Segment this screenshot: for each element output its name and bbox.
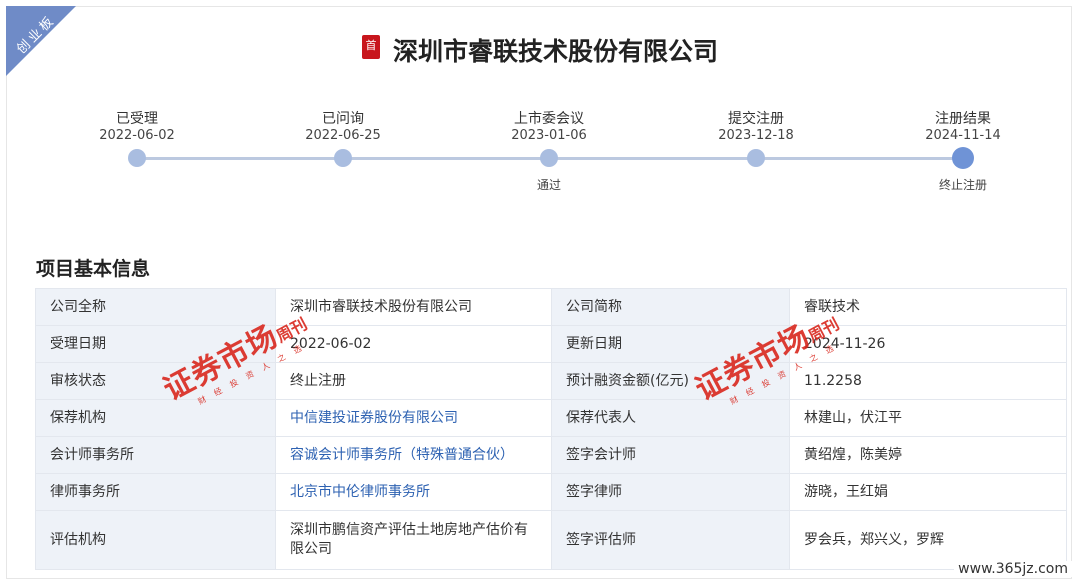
table-row: 受理日期 2022-06-02 更新日期 2024-11-26 [35, 325, 1067, 363]
info-key: 更新日期 [551, 325, 790, 363]
info-value: 睿联技术 [789, 288, 1067, 326]
table-row: 律师事务所 北京市中伦律师事务所 签字律师 游晓，王红娟 [35, 473, 1067, 511]
table-row: 会计师事务所 容诚会计师事务所（特殊普通合伙） 签字会计师 黄绍煌，陈美婷 [35, 436, 1067, 474]
step-label: 已受理 [116, 111, 158, 127]
info-value: 深圳市鹏信资产评估土地房地产估价有限公司 [275, 510, 552, 570]
table-row: 审核状态 终止注册 预计融资金额(亿元) 11.2258 [35, 362, 1067, 400]
info-key: 保荐机构 [35, 399, 276, 437]
info-value: 2022-06-02 [275, 325, 552, 363]
info-key: 公司全称 [35, 288, 276, 326]
ipo-first-badge: 首 [361, 35, 380, 59]
accounting-firm-link[interactable]: 容诚会计师事务所（特殊普通合伙） [275, 436, 552, 474]
step-dot-icon [747, 149, 765, 167]
law-firm-link[interactable]: 北京市中伦律师事务所 [275, 473, 552, 511]
info-value: 2024-11-26 [789, 325, 1067, 363]
step-result: 通过 [536, 178, 561, 192]
info-value: 终止注册 [275, 362, 552, 400]
step-label: 提交注册 [728, 111, 784, 127]
step-date: 2023-01-06 [511, 128, 587, 143]
review-timeline: 已受理 2022-06-02 已问询 2022-06-25 上市委会议 2023… [0, 100, 1080, 200]
table-row: 保荐机构 中信建投证券股份有限公司 保荐代表人 林建山，伏江平 [35, 399, 1067, 437]
project-info-table: 公司全称 深圳市睿联技术股份有限公司 公司简称 睿联技术 受理日期 2022-0… [35, 288, 1067, 570]
step-dot-icon [334, 149, 352, 167]
step-label: 已问询 [322, 111, 364, 127]
step-result: 终止注册 [938, 178, 987, 192]
step-label: 上市委会议 [514, 111, 584, 127]
info-key: 评估机构 [35, 510, 276, 570]
step-label: 注册结果 [935, 111, 991, 127]
info-value: 林建山，伏江平 [789, 399, 1067, 437]
info-key: 预计融资金额(亿元) [551, 362, 790, 400]
info-key: 公司简称 [551, 288, 790, 326]
info-key: 会计师事务所 [35, 436, 276, 474]
section-title: 项目基本信息 [36, 258, 151, 280]
info-key: 签字会计师 [551, 436, 790, 474]
info-key: 审核状态 [35, 362, 276, 400]
step-date: 2023-12-18 [718, 128, 794, 143]
page-title: 首 深圳市睿联技术股份有限公司 [0, 32, 1080, 68]
info-key: 受理日期 [35, 325, 276, 363]
info-key: 签字评估师 [551, 510, 790, 570]
footer-url: www.365jz.com [954, 561, 1072, 577]
info-key: 律师事务所 [35, 473, 276, 511]
info-key: 保荐代表人 [551, 399, 790, 437]
step-date: 2022-06-25 [305, 128, 381, 143]
company-title: 深圳市睿联技术股份有限公司 [393, 37, 719, 66]
step-date: 2022-06-02 [99, 128, 175, 143]
info-key: 签字律师 [551, 473, 790, 511]
table-row: 公司全称 深圳市睿联技术股份有限公司 公司简称 睿联技术 [35, 288, 1067, 326]
step-dot-icon [128, 149, 146, 167]
step-date: 2024-11-14 [925, 128, 1001, 143]
step-dot-active-icon [952, 147, 974, 169]
info-value: 黄绍煌，陈美婷 [789, 436, 1067, 474]
table-row: 评估机构 深圳市鹏信资产评估土地房地产估价有限公司 签字评估师 罗会兵，郑兴义，… [35, 510, 1067, 570]
info-value: 深圳市睿联技术股份有限公司 [275, 288, 552, 326]
sponsor-link[interactable]: 中信建投证券股份有限公司 [275, 399, 552, 437]
info-value: 游晓，王红娟 [789, 473, 1067, 511]
info-value: 11.2258 [789, 362, 1067, 400]
step-dot-icon [540, 149, 558, 167]
